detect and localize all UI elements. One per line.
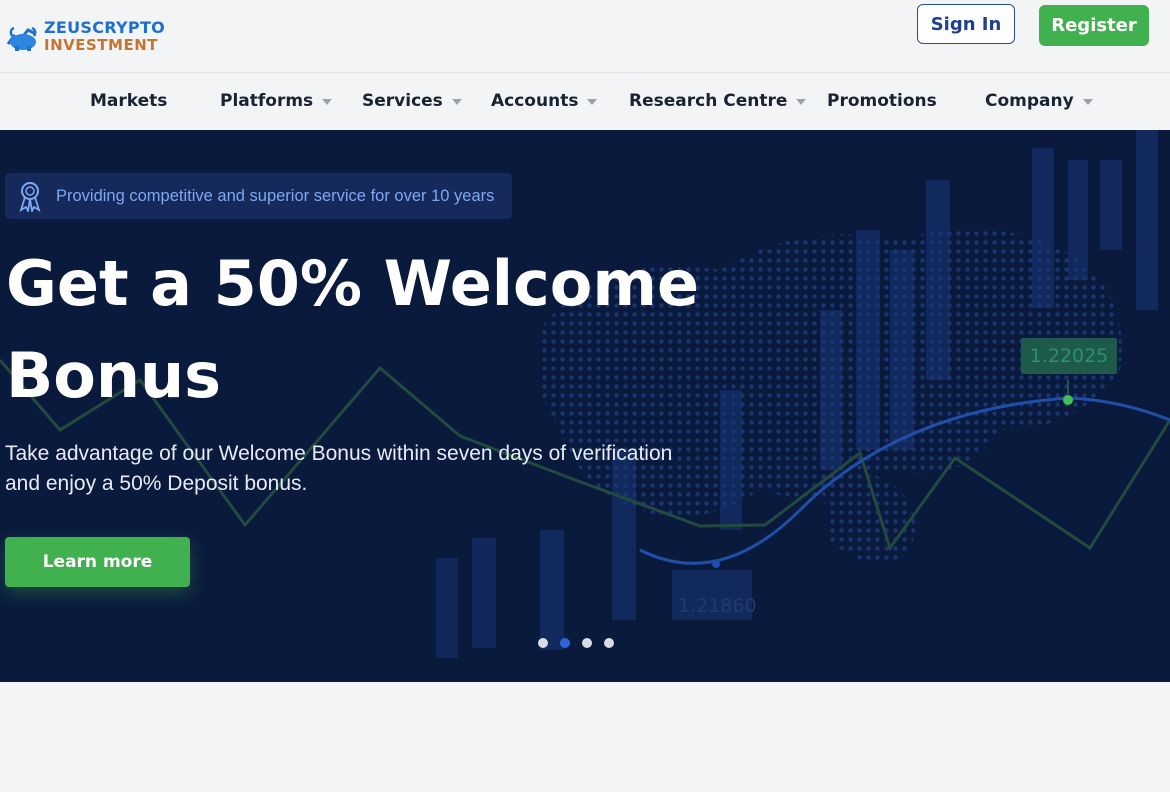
hero-subtitle: Take advantage of our Welcome Bonus with…: [5, 439, 715, 499]
hero-subtitle-line2: and enjoy a 50% Deposit bonus.: [5, 472, 308, 495]
register-button[interactable]: Register: [1039, 5, 1149, 46]
hero-banner: 1.22025 1.21860 Providing competitive an…: [0, 130, 1170, 682]
chevron-down-icon: [587, 99, 598, 105]
nav-item-accounts[interactable]: Accounts: [491, 89, 598, 113]
bull-logo-icon: [6, 26, 37, 51]
nav-item-label: Markets: [90, 91, 168, 111]
hero-title: Get a 50% Welcome Bonus: [6, 238, 706, 422]
hero-subtitle-line1: Take advantage of our Welcome Bonus with…: [5, 442, 673, 465]
nav-item-platforms[interactable]: Platforms: [220, 89, 333, 113]
carousel-dot-3[interactable]: [582, 638, 592, 648]
nav-item-markets[interactable]: Markets: [90, 89, 167, 113]
learn-more-button[interactable]: Learn more: [5, 537, 190, 587]
hero-title-line2: Bonus: [6, 339, 222, 412]
nav-item-label: Promotions: [827, 91, 937, 111]
nav-item-research-centre[interactable]: Research Centre: [629, 89, 807, 113]
nav-item-promotions[interactable]: Promotions: [827, 89, 937, 113]
section-heading-partial: [62, 732, 862, 792]
sign-in-button[interactable]: Sign In: [917, 4, 1015, 44]
nav-item-label: Research Centre: [629, 91, 788, 111]
brand-logo[interactable]: ZEUSCRYPTO INVESTMENT: [6, 18, 176, 56]
nav-item-company[interactable]: Company: [985, 89, 1093, 113]
carousel-dot-4[interactable]: [604, 638, 614, 648]
chevron-down-icon: [322, 99, 333, 105]
nav-item-services[interactable]: Services: [362, 89, 462, 113]
top-header: ZEUSCRYPTO INVESTMENT Sign In Register: [0, 0, 1170, 73]
experience-badge: Providing competitive and superior servi…: [5, 173, 512, 219]
award-ribbon-icon: [19, 182, 41, 212]
chevron-down-icon: [1082, 99, 1093, 105]
badge-text: Providing competitive and superior servi…: [56, 187, 495, 205]
nav-item-label: Company: [985, 91, 1074, 111]
main-nav: Markets Platforms Services Accounts Rese…: [0, 73, 1170, 130]
carousel-dot-1[interactable]: [538, 638, 548, 648]
price-low-label: 1.21860: [678, 595, 757, 617]
carousel-pagination: [538, 638, 628, 650]
nav-item-label: Services: [362, 91, 443, 111]
brand-name-line2: INVESTMENT: [44, 36, 158, 54]
price-high-label: 1.22025: [1021, 338, 1117, 374]
carousel-dot-2[interactable]: [560, 638, 570, 648]
brand-name-line1: ZEUSCRYPTO: [44, 18, 166, 37]
nav-item-label: Accounts: [491, 91, 579, 111]
hero-title-line1: Get a 50% Welcome: [6, 247, 700, 320]
chevron-down-icon: [796, 99, 807, 105]
chevron-down-icon: [451, 99, 462, 105]
nav-item-label: Platforms: [220, 91, 314, 111]
